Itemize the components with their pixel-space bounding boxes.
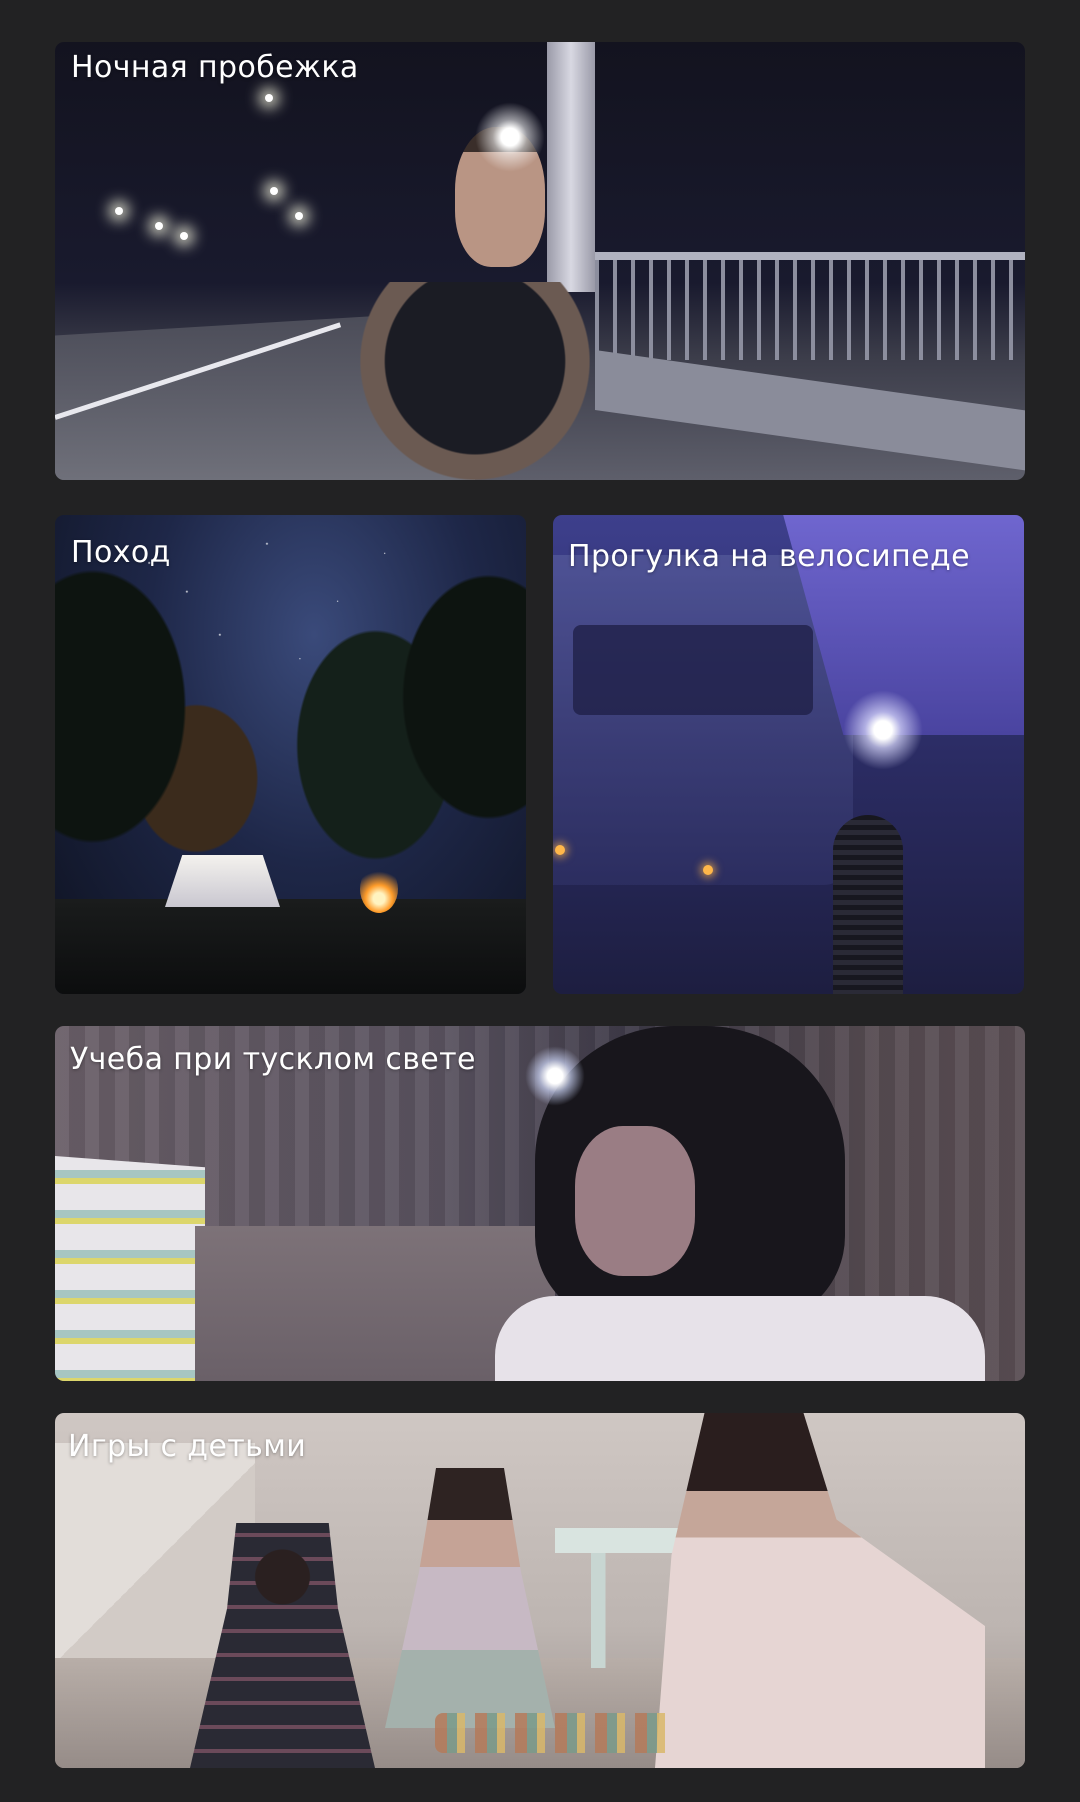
girl-shirt <box>495 1296 985 1381</box>
scenario-card-studying: Учеба при тусклом свете <box>55 1026 1025 1381</box>
bike-wheel <box>833 815 903 994</box>
bridge-pillar <box>547 42 595 292</box>
runner-figure <box>360 282 590 480</box>
girl-face <box>575 1126 695 1276</box>
street-light <box>180 232 188 240</box>
street-light <box>265 94 273 102</box>
street-light-dot <box>703 865 713 875</box>
campfire <box>360 865 398 913</box>
card-label: Поход <box>71 535 171 570</box>
bike-light-glow <box>843 690 923 770</box>
bridge-barrier <box>595 350 1025 471</box>
book-stack <box>55 1156 205 1381</box>
child-figure <box>385 1468 555 1728</box>
ground <box>55 899 526 994</box>
bus-window <box>573 625 813 715</box>
headlamp-glow <box>525 1046 585 1106</box>
scenario-card-bike-ride: Прогулка на велосипеде <box>553 515 1024 994</box>
scenario-card-hike: Поход <box>55 515 526 994</box>
street-light <box>155 222 163 230</box>
headlamp-glow <box>475 102 545 172</box>
street-light <box>115 207 123 215</box>
card-label: Игры с детьми <box>68 1429 307 1464</box>
bridge-railing <box>595 252 1025 360</box>
card-label: Учеба при тусклом свете <box>70 1042 476 1077</box>
scenario-card-kids: Игры с детьми <box>55 1413 1025 1768</box>
card-label: Ночная пробежка <box>71 50 359 85</box>
tent <box>165 855 280 907</box>
card-label: Прогулка на велосипеде <box>568 539 970 574</box>
street-light-dot <box>555 845 565 855</box>
scenario-card-night-run: Ночная пробежка <box>55 42 1025 480</box>
street-light <box>270 187 278 195</box>
toys <box>435 1713 675 1753</box>
mother-figure <box>655 1413 985 1768</box>
street-light <box>295 212 303 220</box>
